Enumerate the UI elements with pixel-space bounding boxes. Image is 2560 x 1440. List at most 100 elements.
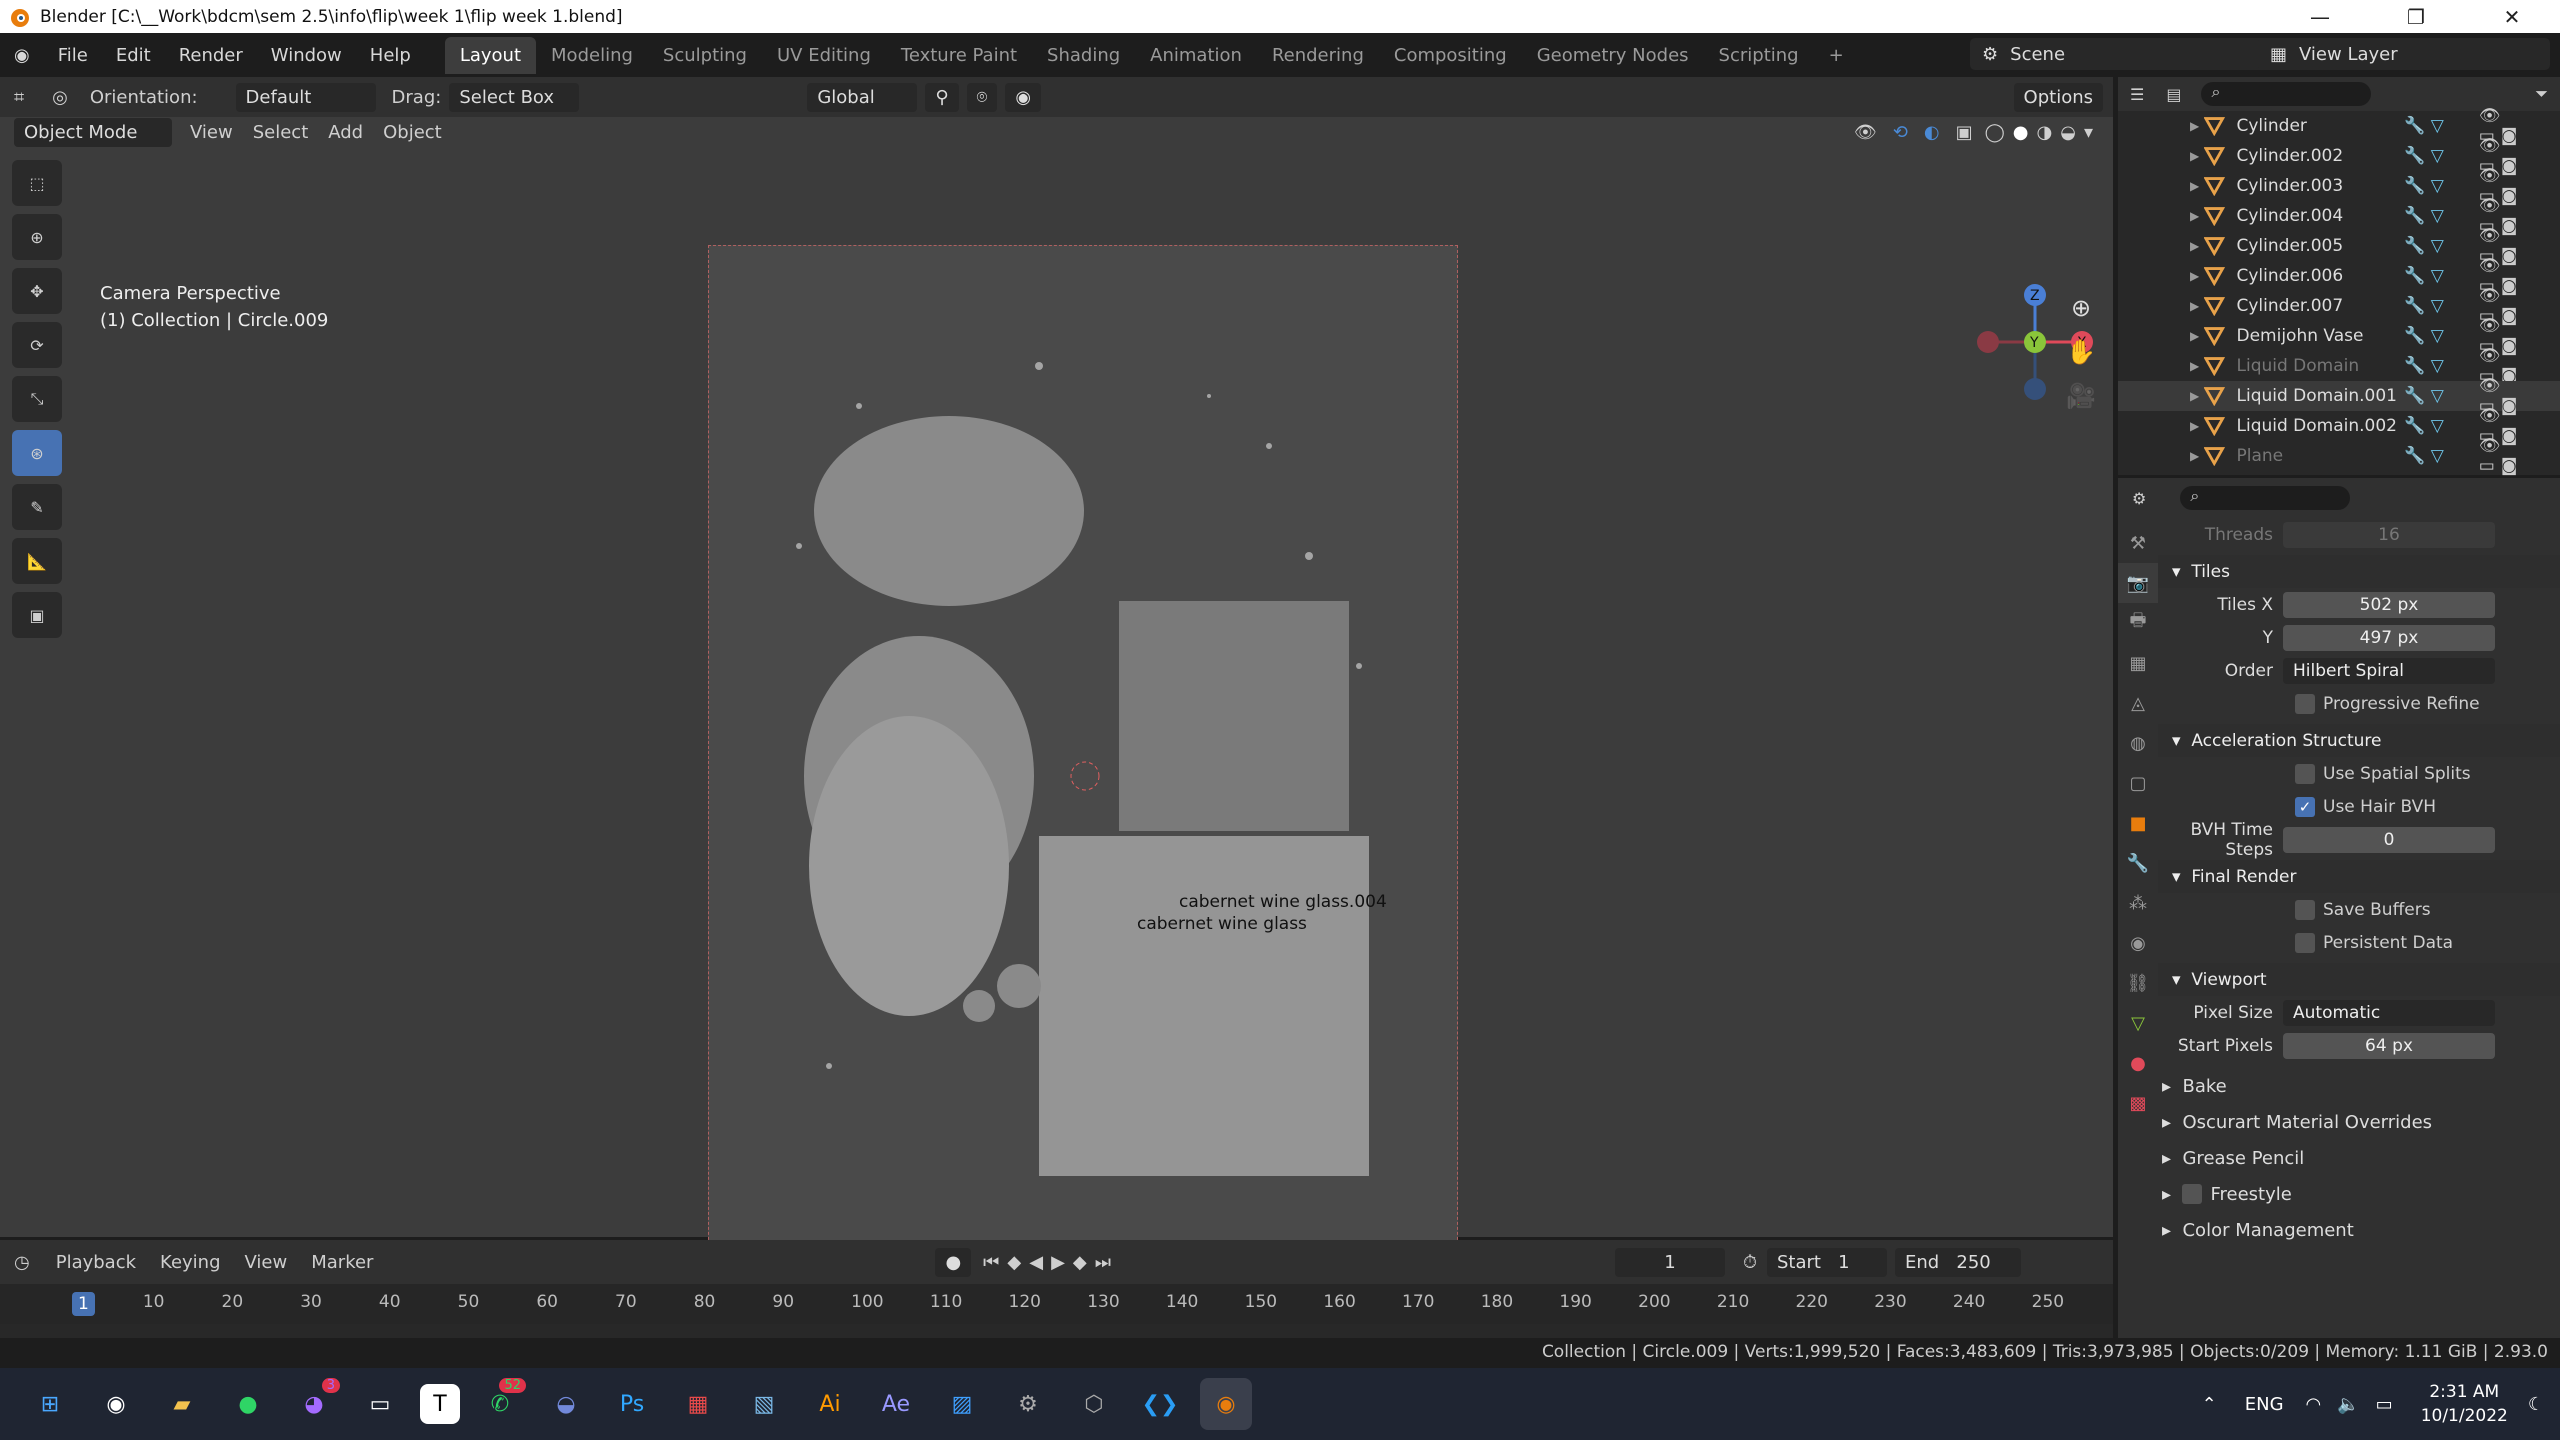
- pixel-size-dropdown[interactable]: Automatic: [2283, 999, 2495, 1026]
- tool-tab-icon[interactable]: ⚒: [2118, 523, 2158, 563]
- tab-layout[interactable]: Layout: [444, 36, 537, 74]
- modifier-data-icon[interactable]: 🔧 ▽: [2404, 176, 2479, 196]
- outliner-search-icon[interactable]: ⌕: [2201, 82, 2372, 106]
- jump-start-icon[interactable]: ⏮: [979, 1252, 1003, 1273]
- tab-rendering[interactable]: Rendering: [1257, 37, 1379, 74]
- expand-arrow-icon[interactable]: ▶: [2190, 449, 2199, 463]
- tab-texture-paint[interactable]: Texture Paint: [886, 37, 1032, 74]
- camera-view-icon[interactable]: 🎥: [2064, 382, 2098, 416]
- add-cube-tool-icon[interactable]: ▣: [12, 592, 62, 638]
- scale-tool-icon[interactable]: ⤡: [12, 376, 62, 422]
- expand-arrow-icon[interactable]: ▶: [2190, 269, 2199, 283]
- view-layer-selector[interactable]: ▦ View Layer: [2258, 38, 2550, 70]
- illustrator-icon[interactable]: Ai: [804, 1378, 856, 1430]
- photoshop-icon[interactable]: Ps: [606, 1378, 658, 1430]
- bake-section[interactable]: ▸ Bake: [2158, 1068, 2560, 1104]
- properties-search-icon[interactable]: ⌕: [2180, 486, 2351, 510]
- prev-keyframe-icon[interactable]: ◆: [1003, 1252, 1025, 1273]
- after-effects-icon[interactable]: Ae: [870, 1378, 922, 1430]
- start-icon[interactable]: ⊞: [24, 1378, 76, 1430]
- tray-overflow-icon[interactable]: ⌃: [2188, 1394, 2231, 1415]
- snap-icon[interactable]: ⌾: [966, 82, 998, 112]
- menu-render[interactable]: Render: [165, 45, 257, 66]
- tab-sculpting[interactable]: Sculpting: [648, 37, 762, 74]
- pivot-icon[interactable]: ⚲: [925, 82, 959, 112]
- winrar-icon[interactable]: ▦: [672, 1378, 724, 1430]
- spotify-icon[interactable]: ●: [222, 1378, 274, 1430]
- file-explorer-icon[interactable]: ▰: [156, 1378, 208, 1430]
- proportional-edit-icon[interactable]: ◉: [1005, 82, 1042, 112]
- physics-tab-icon[interactable]: ◉: [2118, 923, 2158, 963]
- data-tab-icon[interactable]: ▽: [2118, 1003, 2158, 1043]
- output-tab-icon[interactable]: 🖶: [2118, 603, 2158, 643]
- overlay-toggle-icon[interactable]: ◐: [1916, 122, 1948, 143]
- modifier-data-icon[interactable]: 🔧 ▽: [2404, 416, 2479, 436]
- settings-icon[interactable]: ⚙: [1002, 1378, 1054, 1430]
- tiles-x-field[interactable]: 502 px: [2283, 591, 2495, 618]
- spatial-splits-checkbox[interactable]: [2295, 763, 2315, 784]
- tab-modeling[interactable]: Modeling: [536, 37, 648, 74]
- menu-window[interactable]: Window: [257, 45, 356, 66]
- annotate-tool-icon[interactable]: ✎: [12, 484, 62, 530]
- modifier-data-icon[interactable]: 🔧 ▽: [2404, 206, 2479, 226]
- vscode-icon[interactable]: ❮❯: [1134, 1378, 1186, 1430]
- menu-file[interactable]: File: [44, 45, 102, 66]
- orientation-dropdown[interactable]: Default: [235, 82, 376, 112]
- expand-arrow-icon[interactable]: ▶: [2190, 389, 2199, 403]
- next-keyframe-icon[interactable]: ◆: [1069, 1252, 1091, 1273]
- tiles-section[interactable]: ▾ Tiles: [2158, 555, 2560, 588]
- zoom-icon[interactable]: ⊕: [2064, 294, 2098, 328]
- photos-icon[interactable]: ▧: [738, 1378, 790, 1430]
- hair-bvh-checkbox[interactable]: ✓: [2295, 796, 2315, 817]
- expand-arrow-icon[interactable]: ▶: [2190, 419, 2199, 433]
- menu-timeline-view[interactable]: View: [233, 1252, 300, 1273]
- cursor-tool-icon[interactable]: ⊕: [12, 214, 62, 260]
- record-icon[interactable]: ●: [935, 1247, 972, 1277]
- expand-arrow-icon[interactable]: ▶: [2190, 299, 2199, 313]
- expand-arrow-icon[interactable]: ▶: [2190, 329, 2199, 343]
- messenger-icon[interactable]: ◕ 3: [288, 1378, 340, 1430]
- blender-taskbar-icon[interactable]: ◉: [1200, 1378, 1252, 1430]
- tab-compositing[interactable]: Compositing: [1379, 37, 1522, 74]
- scene-selector[interactable]: ⚙ Scene: [1970, 38, 2270, 70]
- outliner-row[interactable]: ▶ Plane 🔧 ▽ 👁▭◙: [2118, 436, 2560, 476]
- freestyle-section[interactable]: ▸ Freestyle: [2158, 1176, 2560, 1212]
- expand-arrow-icon[interactable]: ▶: [2190, 359, 2199, 373]
- options-dropdown[interactable]: Options: [2013, 82, 2103, 112]
- active-tool-icon[interactable]: ◎: [38, 87, 82, 108]
- tab-scripting[interactable]: Scripting: [1704, 37, 1814, 74]
- clock[interactable]: 2:31 AM 10/1/2022: [2401, 1380, 2528, 1428]
- gallery-icon[interactable]: ▨: [936, 1378, 988, 1430]
- modifier-tab-icon[interactable]: 🔧: [2118, 843, 2158, 883]
- discord-icon[interactable]: ◒: [540, 1378, 592, 1430]
- current-frame-field[interactable]: 1: [1614, 1247, 1725, 1277]
- viewport-section[interactable]: ▾ Viewport: [2158, 963, 2560, 996]
- minimize-button[interactable]: —: [2272, 5, 2368, 29]
- view-layer-tab-icon[interactable]: ▦: [2118, 643, 2158, 683]
- expand-arrow-icon[interactable]: ▶: [2190, 209, 2199, 223]
- stopwatch-icon[interactable]: ⏱: [1733, 1252, 1767, 1273]
- menu-edit[interactable]: Edit: [102, 45, 165, 66]
- move-tool-icon[interactable]: ✥: [12, 268, 62, 314]
- modifier-data-icon[interactable]: 🔧 ▽: [2404, 296, 2479, 316]
- freestyle-checkbox[interactable]: [2182, 1184, 2203, 1204]
- do-not-disturb-icon[interactable]: ☾: [2528, 1394, 2560, 1415]
- particles-tab-icon[interactable]: ⁂: [2118, 883, 2158, 923]
- editor-type-icon[interactable]: ⌗: [0, 87, 38, 108]
- save-buffers-checkbox[interactable]: [2295, 899, 2315, 920]
- object-tab-icon[interactable]: ■: [2118, 803, 2158, 843]
- mode-dropdown[interactable]: Object Mode: [14, 117, 172, 147]
- 3d-viewport[interactable]: cabernet wine glass.004 cabernet wine gl…: [0, 117, 2113, 1305]
- transform-tool-icon[interactable]: ⊛: [12, 430, 62, 476]
- texture-tab-icon[interactable]: ▩: [2118, 1083, 2158, 1123]
- order-dropdown[interactable]: Hilbert Spiral: [2283, 657, 2495, 684]
- menu-keying[interactable]: Keying: [148, 1252, 232, 1273]
- chrome-icon[interactable]: ◉: [90, 1378, 142, 1430]
- material-shading-icon[interactable]: ◑: [2033, 122, 2057, 143]
- modifier-data-icon[interactable]: 🔧 ▽: [2404, 386, 2479, 406]
- menu-add[interactable]: Add: [318, 122, 373, 143]
- properties-editor-icon[interactable]: ⚙: [2118, 489, 2160, 508]
- drag-dropdown[interactable]: Select Box: [449, 82, 580, 112]
- acceleration-section[interactable]: ▾ Acceleration Structure: [2158, 724, 2560, 757]
- menu-playback[interactable]: Playback: [44, 1252, 148, 1273]
